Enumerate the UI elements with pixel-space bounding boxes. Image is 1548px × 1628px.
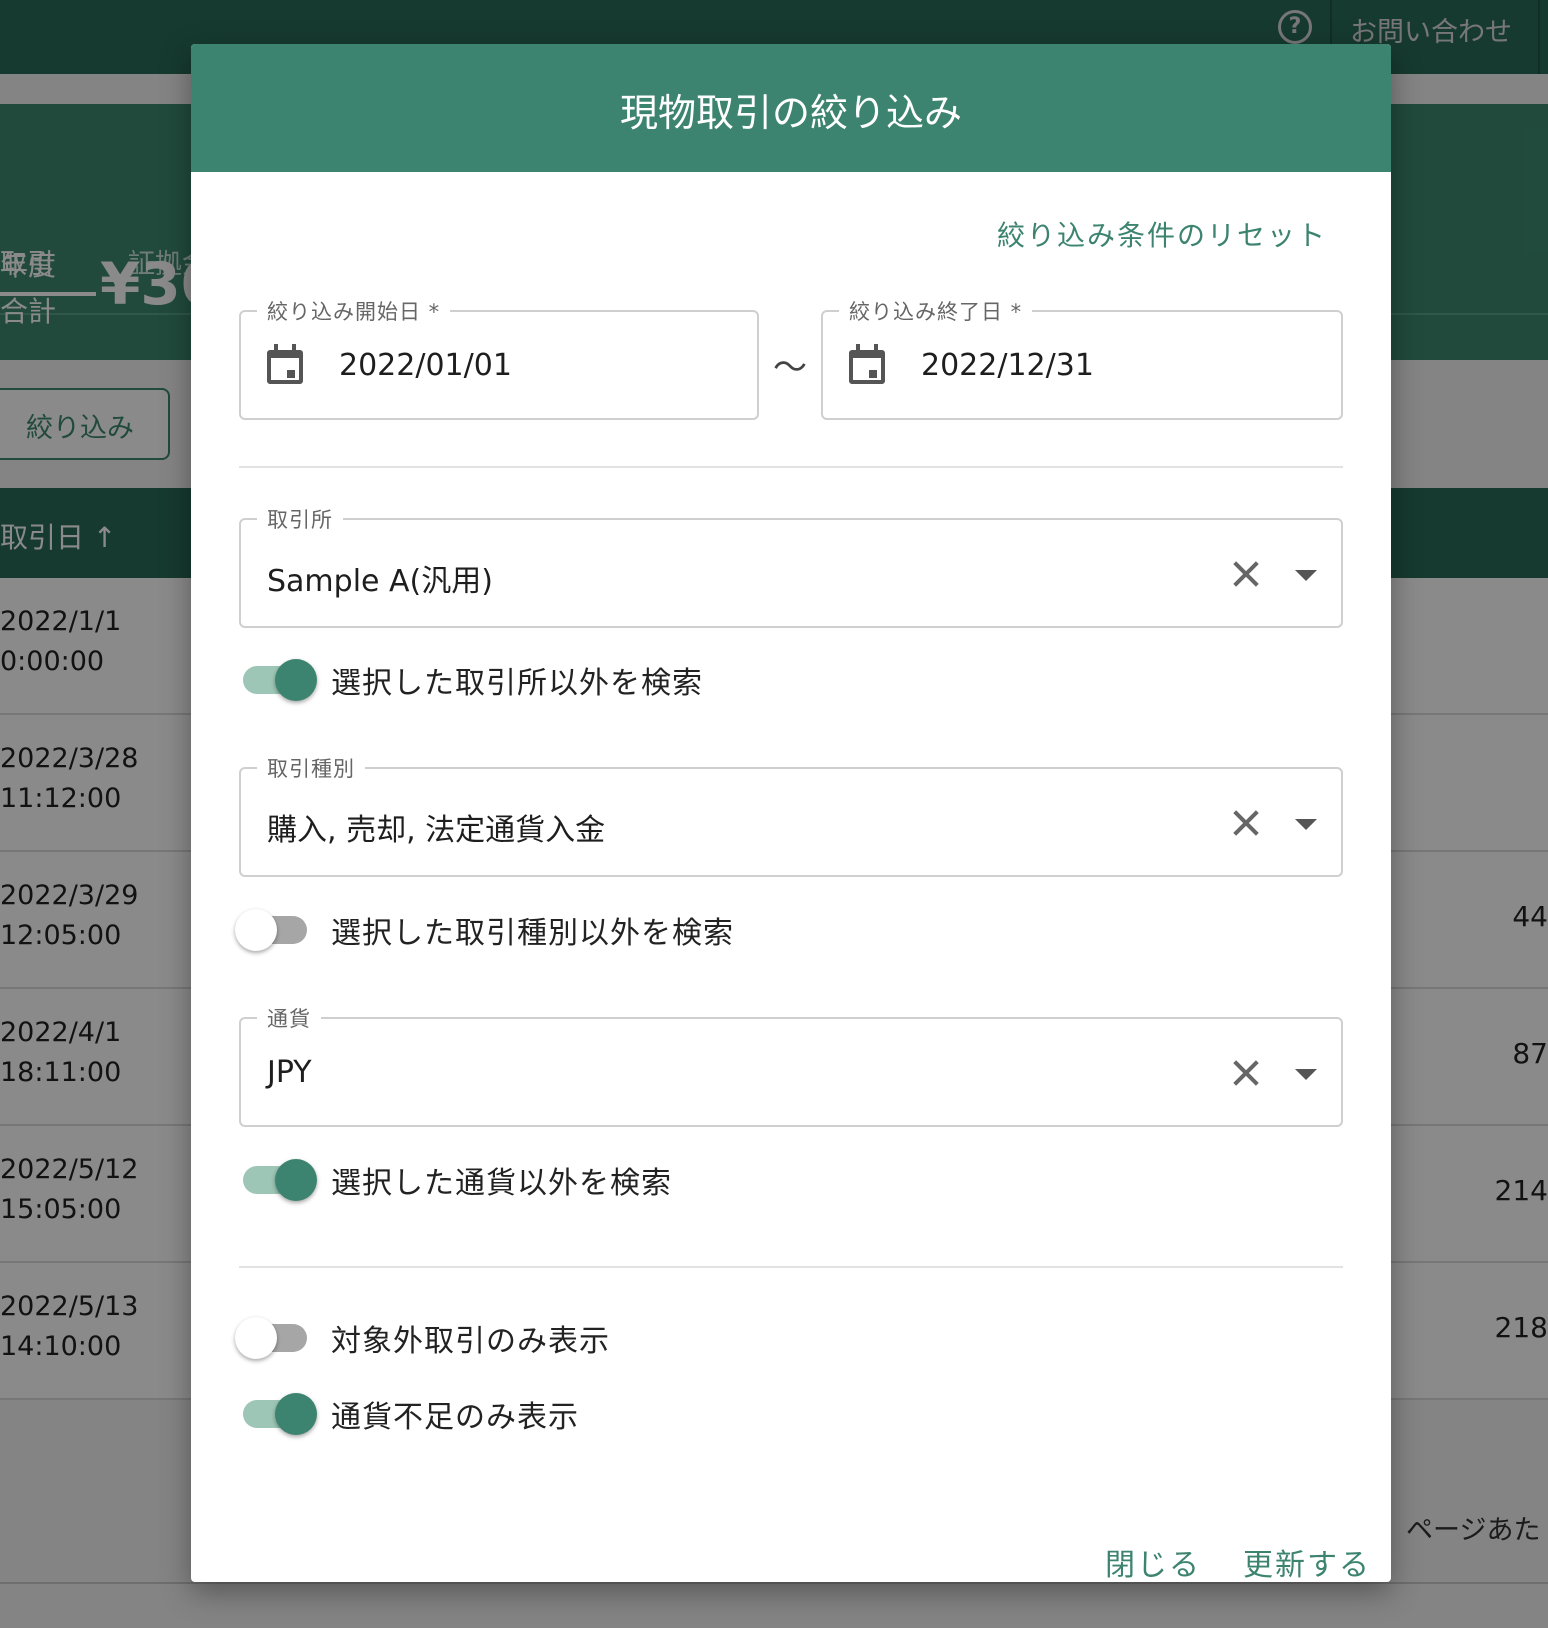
- dialog-header: 現物取引の絞り込み: [191, 44, 1391, 172]
- currency-value: JPY: [267, 1055, 312, 1090]
- end-date-field[interactable]: 絞り込み終了日 * 2022/12/31: [821, 296, 1343, 420]
- exclude-exchange-toggle[interactable]: 選択した取引所以外を検索: [239, 658, 1139, 702]
- trade-type-select[interactable]: 取引種別 購入, 売却, 法定通貨入金: [239, 753, 1343, 877]
- only-shortage-label: 通貨不足のみ表示: [331, 1400, 579, 1435]
- exchange-label: 取引所: [257, 504, 343, 534]
- toggle-switch[interactable]: [235, 1317, 311, 1359]
- dropdown-arrow-icon[interactable]: [1295, 1069, 1317, 1080]
- exclude-trade-type-toggle[interactable]: 選択した取引種別以外を検索: [235, 908, 1139, 952]
- clear-icon[interactable]: [1229, 805, 1263, 839]
- start-date-label: 絞り込み開始日 *: [257, 296, 451, 326]
- update-button[interactable]: 更新する: [1243, 1540, 1371, 1582]
- trade-type-value: 購入, 売却, 法定通貨入金: [267, 813, 606, 848]
- toggle-switch[interactable]: [239, 1159, 317, 1201]
- dialog-title: 現物取引の絞り込み: [619, 91, 962, 135]
- filter-dialog: 現物取引の絞り込み 絞り込み条件のリセット 絞り込み開始日 * 2022/01/…: [191, 44, 1391, 1582]
- exclude-exchange-label: 選択した取引所以外を検索: [331, 666, 703, 701]
- trade-type-label: 取引種別: [257, 753, 365, 783]
- currency-select[interactable]: 通貨 JPY: [239, 1003, 1343, 1127]
- dropdown-arrow-icon[interactable]: [1295, 819, 1317, 830]
- calendar-icon[interactable]: [849, 344, 885, 384]
- toggle-switch[interactable]: [235, 909, 311, 951]
- date-range-separator: 〜: [773, 348, 807, 388]
- section-divider: [239, 466, 1343, 468]
- end-date-label: 絞り込み終了日 *: [839, 296, 1033, 326]
- exclude-trade-type-label: 選択した取引種別以外を検索: [331, 916, 734, 951]
- currency-label: 通貨: [257, 1003, 321, 1033]
- end-date-value: 2022/12/31: [921, 348, 1094, 383]
- close-button[interactable]: 閉じる: [1105, 1540, 1201, 1582]
- exclude-currency-label: 選択した通貨以外を検索: [331, 1166, 672, 1201]
- calendar-icon[interactable]: [267, 344, 303, 384]
- only-shortage-toggle[interactable]: 通貨不足のみ表示: [239, 1392, 1139, 1436]
- toggle-switch[interactable]: [239, 1393, 317, 1435]
- exclude-currency-toggle[interactable]: 選択した通貨以外を検索: [239, 1158, 1139, 1202]
- exchange-value: Sample A(汎用): [267, 564, 493, 599]
- dropdown-arrow-icon[interactable]: [1295, 570, 1317, 581]
- start-date-field[interactable]: 絞り込み開始日 * 2022/01/01: [239, 296, 759, 420]
- exchange-select[interactable]: 取引所 Sample A(汎用): [239, 504, 1343, 628]
- start-date-value: 2022/01/01: [339, 348, 512, 383]
- only-excluded-toggle[interactable]: 対象外取引のみ表示: [235, 1316, 1139, 1360]
- only-excluded-label: 対象外取引のみ表示: [331, 1324, 610, 1359]
- clear-icon[interactable]: [1229, 556, 1263, 590]
- reset-filters-link[interactable]: 絞り込み条件のリセット: [997, 214, 1327, 254]
- section-divider: [239, 1266, 1343, 1268]
- toggle-switch[interactable]: [239, 659, 317, 701]
- clear-icon[interactable]: [1229, 1055, 1263, 1089]
